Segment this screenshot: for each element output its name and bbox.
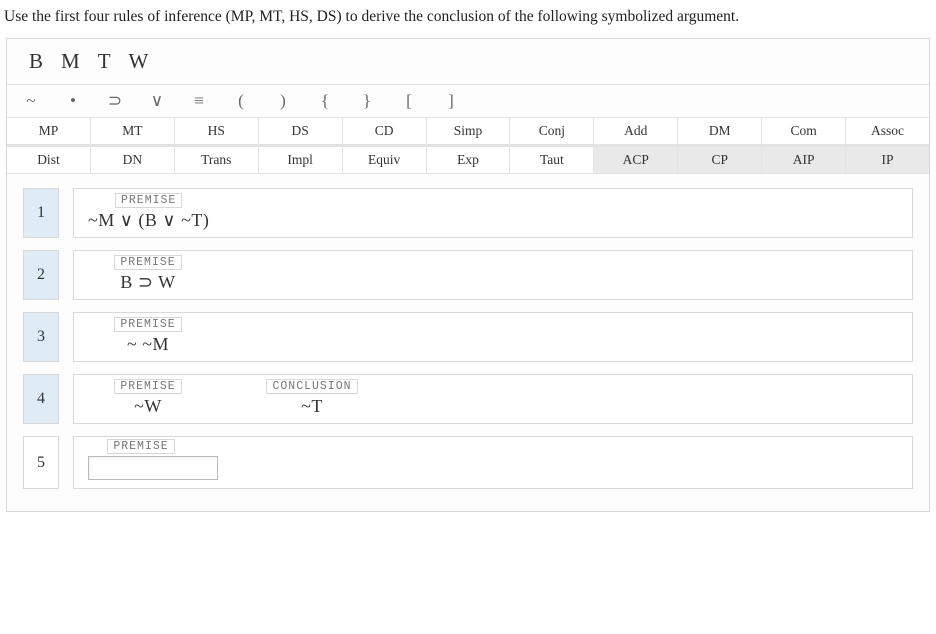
- line-formula: ~M ∨ (B ∨ ~T): [88, 210, 209, 231]
- proof-line: 1 PREMISE ~M ∨ (B ∨ ~T): [23, 188, 913, 238]
- proof-panel: B M T W ~ • ⊃ ∨ ≡ ( ) { } [ ] MP MT HS D…: [6, 38, 930, 512]
- proof-lines: 1 PREMISE ~M ∨ (B ∨ ~T) 2 PREMISE B ⊃ W …: [7, 174, 929, 511]
- rule-mt[interactable]: MT: [91, 118, 175, 144]
- rule-trans[interactable]: Trans: [175, 146, 259, 173]
- line-number[interactable]: 2: [23, 250, 59, 300]
- line-body[interactable]: PREMISE ~W CONCLUSION ~T: [73, 374, 913, 424]
- rbrace-symbol[interactable]: }: [357, 91, 377, 111]
- line-formula: B ⊃ W: [120, 272, 175, 293]
- variable-button[interactable]: T: [98, 49, 111, 74]
- line-formula: ~ ~M: [127, 334, 169, 355]
- rule-conj[interactable]: Conj: [510, 118, 594, 144]
- rule-mp[interactable]: MP: [7, 118, 91, 144]
- rule-add[interactable]: Add: [594, 118, 678, 144]
- line-body[interactable]: PREMISE ~M ∨ (B ∨ ~T): [73, 188, 913, 238]
- dot-symbol[interactable]: •: [63, 91, 83, 111]
- equiv-symbol[interactable]: ≡: [189, 91, 209, 111]
- premise-tag: PREMISE: [107, 439, 174, 454]
- conclusion-formula: ~T: [301, 396, 323, 417]
- line-number[interactable]: 5: [23, 436, 59, 489]
- line-body[interactable]: PREMISE: [73, 436, 913, 489]
- rule-dist[interactable]: Dist: [7, 146, 91, 173]
- rule-ip[interactable]: IP: [846, 146, 929, 173]
- proof-line: 4 PREMISE ~W CONCLUSION ~T: [23, 374, 913, 424]
- proof-line: 2 PREMISE B ⊃ W: [23, 250, 913, 300]
- variable-button[interactable]: B: [29, 49, 43, 74]
- premise-tag: PREMISE: [114, 255, 181, 270]
- rule-dm[interactable]: DM: [678, 118, 762, 144]
- premise-tag: PREMISE: [115, 193, 182, 208]
- lbracket-symbol[interactable]: [: [399, 91, 419, 111]
- premise-tag: PREMISE: [114, 379, 181, 394]
- rule-row-1: MP MT HS DS CD Simp Conj Add DM Com Asso…: [7, 117, 929, 145]
- lparen-symbol[interactable]: (: [231, 91, 251, 111]
- rbracket-symbol[interactable]: ]: [441, 91, 461, 111]
- conclusion-tag: CONCLUSION: [266, 379, 357, 394]
- line-number[interactable]: 4: [23, 374, 59, 424]
- rule-impl[interactable]: Impl: [259, 146, 343, 173]
- variable-row: B M T W: [7, 39, 929, 84]
- variable-button[interactable]: M: [61, 49, 80, 74]
- rule-aip[interactable]: AIP: [762, 146, 846, 173]
- line-body[interactable]: PREMISE ~ ~M: [73, 312, 913, 362]
- rule-cp[interactable]: CP: [678, 146, 762, 173]
- rule-dn[interactable]: DN: [91, 146, 175, 173]
- line-body[interactable]: PREMISE B ⊃ W: [73, 250, 913, 300]
- rule-hs[interactable]: HS: [175, 118, 259, 144]
- proof-line: 5 PREMISE: [23, 436, 913, 489]
- lbrace-symbol[interactable]: {: [315, 91, 335, 111]
- rule-equiv[interactable]: Equiv: [343, 146, 427, 173]
- tilde-symbol[interactable]: ~: [21, 91, 41, 111]
- proof-line: 3 PREMISE ~ ~M: [23, 312, 913, 362]
- rule-acp[interactable]: ACP: [594, 146, 678, 173]
- rule-taut[interactable]: Taut: [510, 146, 594, 173]
- rparen-symbol[interactable]: ): [273, 91, 293, 111]
- line-formula: ~W: [134, 396, 162, 417]
- wedge-symbol[interactable]: ∨: [147, 91, 167, 111]
- symbol-row: ~ • ⊃ ∨ ≡ ( ) { } [ ]: [7, 85, 929, 117]
- premise-tag: PREMISE: [114, 317, 181, 332]
- rule-assoc[interactable]: Assoc: [846, 118, 929, 144]
- rule-cd[interactable]: CD: [343, 118, 427, 144]
- variable-button[interactable]: W: [129, 49, 149, 74]
- formula-input[interactable]: [88, 456, 218, 480]
- rule-simp[interactable]: Simp: [427, 118, 511, 144]
- line-number[interactable]: 1: [23, 188, 59, 238]
- rule-row-2: Dist DN Trans Impl Equiv Exp Taut ACP CP…: [7, 145, 929, 174]
- rule-ds[interactable]: DS: [259, 118, 343, 144]
- line-number[interactable]: 3: [23, 312, 59, 362]
- instruction-text: Use the first four rules of inference (M…: [0, 0, 936, 34]
- rule-exp[interactable]: Exp: [427, 146, 511, 173]
- horseshoe-symbol[interactable]: ⊃: [105, 91, 125, 111]
- rule-com[interactable]: Com: [762, 118, 846, 144]
